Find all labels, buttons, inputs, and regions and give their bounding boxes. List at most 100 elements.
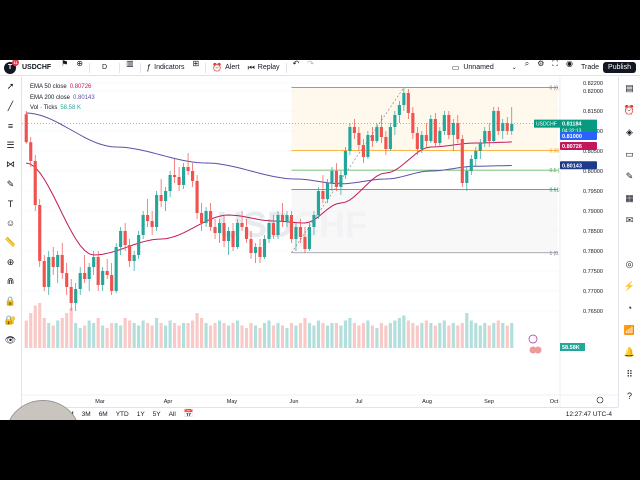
- candles-icon[interactable]: ▥: [122, 60, 138, 76]
- volume-bar: [123, 318, 127, 348]
- user-avatar[interactable]: T 11: [4, 60, 19, 74]
- legend-ema50[interactable]: EMA 50 close 0.80726: [30, 82, 95, 93]
- chart-canvas[interactable]: USDCHF 0 (0.82088)0.382 (0.80509)0.5 (0.…: [22, 77, 618, 407]
- candle-body: [128, 245, 132, 261]
- volume-bar: [128, 320, 132, 348]
- candle-body: [240, 223, 244, 227]
- publish-button[interactable]: Publish: [603, 62, 636, 73]
- range-button-1y[interactable]: 1Y: [133, 411, 149, 418]
- volume-bar: [114, 323, 118, 348]
- brush-icon[interactable]: ✎: [0, 175, 22, 195]
- alerts-clock-icon[interactable]: ⏰: [619, 99, 640, 121]
- volume-tag: 58.58K: [562, 345, 580, 351]
- range-button-3m[interactable]: 3M: [78, 411, 95, 418]
- ruler-icon[interactable]: 📏: [0, 233, 22, 253]
- cursor-icon[interactable]: ➚: [0, 77, 22, 97]
- candle-body: [510, 123, 514, 131]
- tradingview-app: T 11 USDCHF ⚑ ⊕ D ▥ ƒ Indicators ⊞ ⏰ Alert …: [0, 60, 640, 420]
- compare-add-icon[interactable]: ⊕: [72, 60, 87, 76]
- candle-body: [447, 115, 451, 135]
- legend-volume[interactable]: Vol · Ticks 58.58 K: [30, 103, 95, 114]
- volume-bars: [24, 303, 514, 348]
- target-icon[interactable]: ◎: [619, 253, 640, 275]
- volume-bar: [384, 325, 388, 348]
- range-button-6m[interactable]: 6M: [95, 411, 112, 418]
- zoom-in-icon[interactable]: ⊕: [0, 253, 22, 273]
- interval-selector[interactable]: D: [92, 60, 117, 76]
- pie-chart-icon[interactable]: ◔: [619, 297, 640, 319]
- help-icon[interactable]: ?: [619, 385, 640, 407]
- chart-pane[interactable]: USDCHF 0 (0.82088)0.382 (0.80509)0.5 (0.…: [22, 77, 618, 407]
- volume-bar: [276, 323, 280, 348]
- text-tool-icon[interactable]: T: [0, 194, 22, 214]
- candle-body: [78, 273, 82, 289]
- alert-button[interactable]: ⏰ Alert: [208, 60, 243, 76]
- candle-body: [271, 223, 276, 235]
- search-icon[interactable]: ⌕: [521, 60, 533, 76]
- volume-bar: [469, 320, 473, 348]
- volume-bar: [460, 323, 464, 348]
- lock-icon[interactable]: 🔐: [0, 311, 22, 331]
- magnet-icon[interactable]: ⋒: [0, 272, 22, 292]
- flag-icon[interactable]: ⚑: [57, 60, 72, 76]
- candle-body: [505, 123, 509, 131]
- range-button-all[interactable]: All: [165, 411, 180, 418]
- candle-body: [38, 205, 42, 261]
- replay-button[interactable]: ⏮ Replay: [244, 60, 284, 76]
- volume-bar: [69, 308, 73, 348]
- indicators-button[interactable]: ƒ Indicators: [143, 60, 189, 76]
- legend-ema200[interactable]: EMA 200 close 0.80143: [30, 93, 95, 104]
- hotlists-icon[interactable]: ⚡: [619, 275, 640, 297]
- volume-bar: [155, 318, 159, 348]
- avatar-letter: T: [7, 64, 13, 71]
- settings-gear-icon[interactable]: ⚙: [533, 60, 548, 76]
- candle-body: [420, 135, 424, 149]
- trend-line-icon[interactable]: ╱: [0, 97, 22, 117]
- calendar-icon[interactable]: ▦: [619, 187, 640, 209]
- right-widget-toolbar: ▤ ⏰ ◈ ▭ ✎ ▦ ✉ ◎ ⚡ ◔ 📶 🔔 ⠿ ?: [618, 77, 640, 407]
- messages-icon[interactable]: ✉: [619, 209, 640, 231]
- emoji-icon[interactable]: ☺: [0, 214, 22, 234]
- volume-bar: [366, 320, 370, 348]
- apps-grid-icon[interactable]: ⠿: [619, 363, 640, 385]
- fullscreen-icon[interactable]: ⛶: [548, 60, 562, 76]
- candle-body: [92, 257, 96, 267]
- volume-bar: [478, 325, 482, 348]
- pattern-icon[interactable]: ⋈: [0, 155, 22, 175]
- templates-icon[interactable]: ⊞: [188, 60, 203, 76]
- ema200-price-tag: 0.80143: [562, 163, 582, 169]
- volume-bar: [492, 323, 496, 348]
- chat-icon[interactable]: ▭: [619, 143, 640, 165]
- time-axis[interactable]: Mar Apr May Jun Jul Aug Sep Oct: [22, 394, 618, 405]
- redo-icon[interactable]: ↷: [303, 60, 318, 76]
- candle-body: [370, 135, 374, 141]
- divider: [139, 62, 141, 73]
- volume-bar: [119, 325, 123, 348]
- price-tick-label: 0.77000: [583, 289, 603, 295]
- candle-body: [406, 93, 410, 113]
- snapshot-camera-icon[interactable]: ◉: [562, 60, 577, 76]
- indicator-legend: EMA 50 close 0.80726 EMA 200 close 0.80143…: [30, 82, 95, 114]
- clock-timezone[interactable]: 12:27:47 UTC-4: [566, 411, 612, 418]
- notifications-bell-icon[interactable]: 🔔: [619, 341, 640, 363]
- layers-icon[interactable]: ◈: [619, 121, 640, 143]
- alarm-icon: ⏰: [212, 62, 223, 72]
- watchlist-icon[interactable]: ▤: [619, 77, 640, 99]
- replay-icon: ⏮: [247, 62, 255, 72]
- lock-drawings-icon[interactable]: 🔒: [0, 292, 22, 312]
- ideas-bulb-icon[interactable]: ✎: [619, 165, 640, 187]
- visibility-eye-icon[interactable]: 👁: [0, 331, 22, 351]
- goto-date-icon[interactable]: 📅: [184, 410, 194, 418]
- layout-icon: ▭: [451, 62, 460, 72]
- horizontal-lines-icon[interactable]: ≡: [0, 116, 22, 136]
- symbol-search[interactable]: USDCHF: [16, 64, 57, 71]
- last-price-tag: 0.81184: [562, 122, 583, 128]
- fib-retracement-icon[interactable]: ☰: [0, 136, 22, 156]
- undo-icon[interactable]: ↶: [289, 60, 304, 76]
- layout-selector[interactable]: ▭ Unnamed ⌄: [448, 60, 521, 76]
- trade-button[interactable]: Trade: [577, 60, 603, 76]
- range-button-5y[interactable]: 5Y: [149, 411, 165, 418]
- candle-body: [429, 119, 433, 141]
- range-button-ytd[interactable]: YTD: [112, 411, 133, 418]
- broadcast-icon[interactable]: 📶: [619, 319, 640, 341]
